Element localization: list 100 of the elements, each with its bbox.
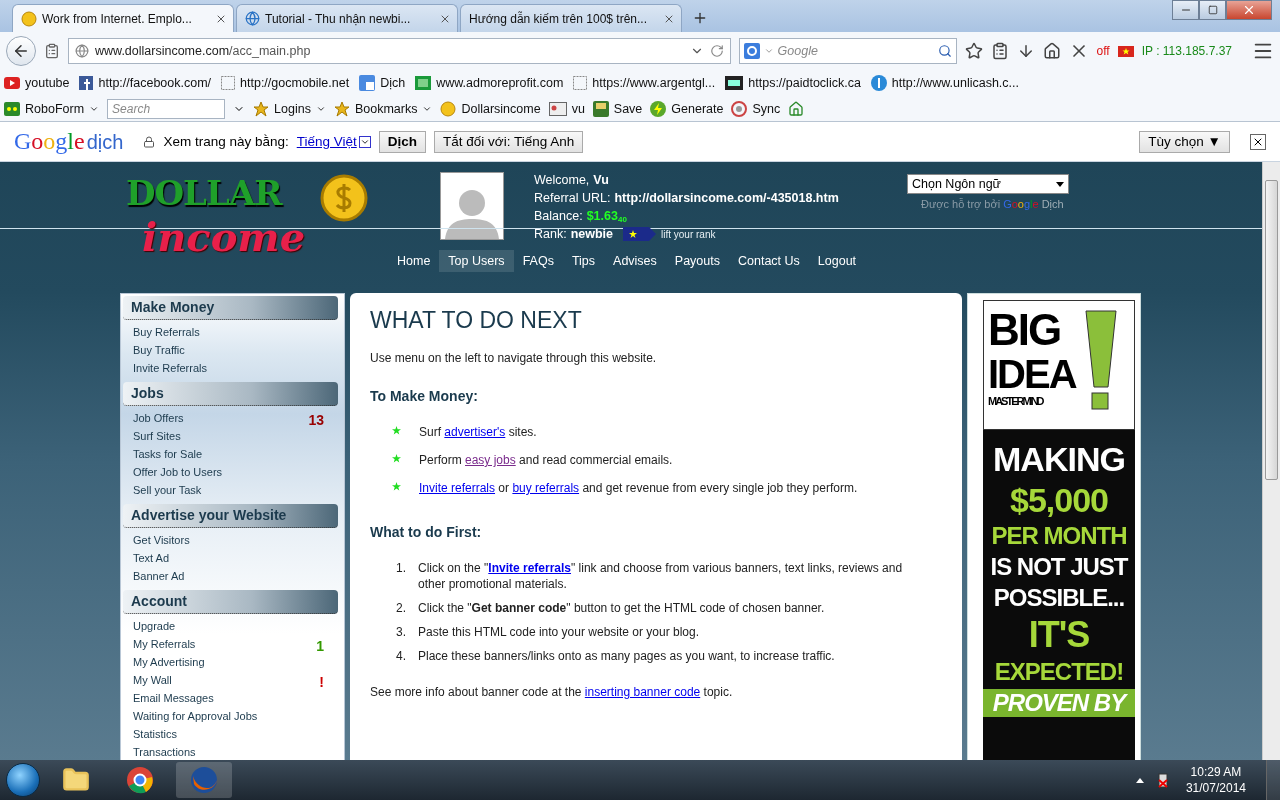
text-link[interactable]: Invite referrals — [419, 481, 496, 495]
sidebar-link[interactable]: My Referrals 1 — [133, 638, 344, 656]
dollar-coin-icon — [320, 174, 368, 222]
ip-address: IP : 113.185.7.37 — [1141, 44, 1232, 58]
bookmark-star-icon[interactable] — [964, 42, 983, 60]
nav-link[interactable]: Contact Us — [729, 250, 809, 272]
search-icon[interactable] — [937, 44, 952, 58]
star-icon — [253, 100, 270, 117]
sidebar-link[interactable]: Upgrade — [133, 620, 344, 638]
section-header: Advertise your Website — [123, 504, 338, 528]
minimize-button[interactable] — [1172, 0, 1199, 20]
reload-icon[interactable] — [709, 44, 724, 58]
home-icon[interactable] — [1042, 42, 1061, 60]
sidebar-link[interactable]: Buy Referrals — [133, 326, 344, 344]
bookmark-item[interactable]: Dịch — [359, 75, 406, 91]
ad-text: POSSIBLE... — [993, 584, 1125, 612]
sidebar-link[interactable]: My Advertising — [133, 656, 344, 674]
maximize-button[interactable] — [1199, 0, 1226, 20]
nav-link[interactable]: Advises — [604, 250, 666, 272]
clipboard-icon[interactable] — [44, 43, 60, 59]
browser-tab[interactable]: Hướng dẫn kiếm trên 100$ trên... — [460, 4, 682, 32]
bookmark-item[interactable]: www.admoreprofit.com — [415, 76, 564, 90]
address-bar[interactable]: www.dollarsincome.com/acc_main.php — [68, 38, 731, 64]
toolbar-item[interactable]: Logins — [253, 100, 326, 117]
sidebar-link[interactable]: Sell your Task — [133, 484, 344, 502]
sidebar-link[interactable]: Surf Sites — [133, 430, 344, 448]
options-button[interactable]: Tùy chọn ▼ — [1139, 130, 1230, 153]
ad-text: MAKING — [993, 440, 1125, 478]
scrollbar[interactable] — [1262, 162, 1280, 760]
toolbar-item[interactable]: Generate — [650, 100, 724, 117]
balance-decimals: 40 — [617, 215, 627, 224]
ad-text: IS NOT JUST — [990, 553, 1128, 581]
translate-button[interactable]: Dịch — [378, 130, 427, 153]
browser-tab[interactable]: Tutorial - Thu nhận newbi... — [236, 4, 458, 32]
sidebar-link[interactable]: Invite Referrals — [133, 362, 344, 380]
text-link[interactable]: Invite referrals — [488, 561, 571, 575]
sidebar-link[interactable]: Transactions — [133, 746, 344, 760]
toolbar-item[interactable]: vu — [548, 101, 585, 116]
flag-icon — [1117, 45, 1134, 57]
nav-link[interactable]: FAQs — [513, 250, 563, 272]
sidebar-link[interactable]: Offer Job to Users — [133, 466, 344, 484]
close-button[interactable] — [1250, 133, 1266, 150]
toolbar-item[interactable]: Dollarsincome — [440, 100, 541, 117]
search-field[interactable]: Search — [107, 98, 226, 119]
text-link[interactable]: inserting banner code — [584, 685, 701, 699]
proxy-status[interactable]: off — [1096, 44, 1110, 58]
sidebar-link[interactable]: Statistics — [133, 728, 344, 746]
browser-tab[interactable]: Work from Internet. Emplo... — [12, 4, 234, 32]
ad-text: BIG — [988, 307, 1062, 353]
search-field[interactable]: Google — [738, 38, 957, 64]
toolbar-item[interactable]: Bookmarks — [333, 100, 433, 117]
toolbar-item[interactable]: Save — [592, 100, 643, 117]
ad-banner[interactable]: BIG IDEA MASTERMIND — [983, 300, 1135, 430]
bookmark-item[interactable]: https://paidtoclick.ca — [725, 76, 861, 90]
bookmark-item[interactable]: http://www.unlicash.c... — [870, 75, 1019, 91]
bookmark-item[interactable]: http://facebook.com/ — [79, 76, 212, 90]
nav-link[interactable]: Top Users — [439, 250, 514, 272]
sidebar-link[interactable]: Job Offers 13 — [133, 412, 344, 430]
ad-text: IT'S — [1028, 615, 1090, 655]
language-link[interactable]: Tiếng Việt — [296, 134, 357, 149]
sidebar-link[interactable]: Buy Traffic — [133, 344, 344, 362]
sidebar-link[interactable]: Get Visitors — [133, 534, 344, 552]
bookmark-item[interactable]: http://gocmobile.net — [221, 76, 350, 90]
language-select[interactable]: Chọn Ngôn ngữ — [907, 174, 1069, 194]
sidebar-link[interactable]: Tasks for Sale — [133, 448, 344, 466]
back-button[interactable] — [6, 36, 36, 66]
new-tab-icon[interactable] — [692, 10, 708, 26]
nav-link[interactable]: Logout — [808, 250, 866, 272]
lift-rank-link[interactable]: lift your rank — [661, 228, 716, 240]
sidebar-link[interactable]: My Wall ! — [133, 674, 344, 692]
start-button[interactable] — [6, 763, 40, 797]
sidebar-link[interactable]: Waiting for Approval Jobs — [133, 710, 344, 728]
bookmark-item[interactable]: youtube — [4, 76, 70, 90]
browser-icon — [190, 766, 218, 794]
text-link[interactable]: easy jobs — [465, 453, 516, 467]
clipboard-icon[interactable] — [990, 42, 1009, 60]
never-translate-button[interactable]: Tắt đối với: Tiếng Anh — [434, 130, 584, 153]
step-number: 1. — [396, 560, 407, 577]
ad-text: IDEA — [988, 353, 1076, 395]
sidebar-link[interactable]: Banner Ad — [133, 570, 344, 588]
ad-text: MASTERMIND — [988, 395, 1045, 408]
nav-link[interactable]: Home — [388, 250, 440, 272]
nav-link[interactable]: Payouts — [665, 250, 729, 272]
sidebar-link[interactable]: Email Messages — [133, 692, 344, 710]
maximize-icon — [1207, 5, 1218, 15]
tray-arrow-icon[interactable] — [1135, 777, 1144, 783]
page-icon — [221, 76, 236, 90]
toolbar-item[interactable]: Sync — [731, 100, 781, 117]
caret-icon[interactable] — [358, 135, 371, 148]
clock[interactable]: 10:29 AM 31/07/2014 — [1185, 765, 1252, 795]
ad-banner[interactable]: MAKING $5,000 PER MONTH IS NOT JUST POSSIBLE... IT'S EXPECTED! PROVEN BY — [983, 430, 1135, 760]
welcome-label: Welcome, — [534, 173, 590, 187]
home-icon[interactable] — [788, 100, 805, 117]
globe-icon — [245, 11, 260, 26]
sidebar-link[interactable]: Text Ad — [133, 552, 344, 570]
bookmark-item[interactable]: https://www.argentgl... — [573, 76, 716, 90]
nav-link[interactable]: Tips — [562, 250, 605, 272]
text-link[interactable]: buy referrals — [512, 481, 580, 495]
text-link[interactable]: advertiser's — [444, 425, 506, 439]
roboform-button[interactable]: RoboForm — [4, 101, 100, 116]
